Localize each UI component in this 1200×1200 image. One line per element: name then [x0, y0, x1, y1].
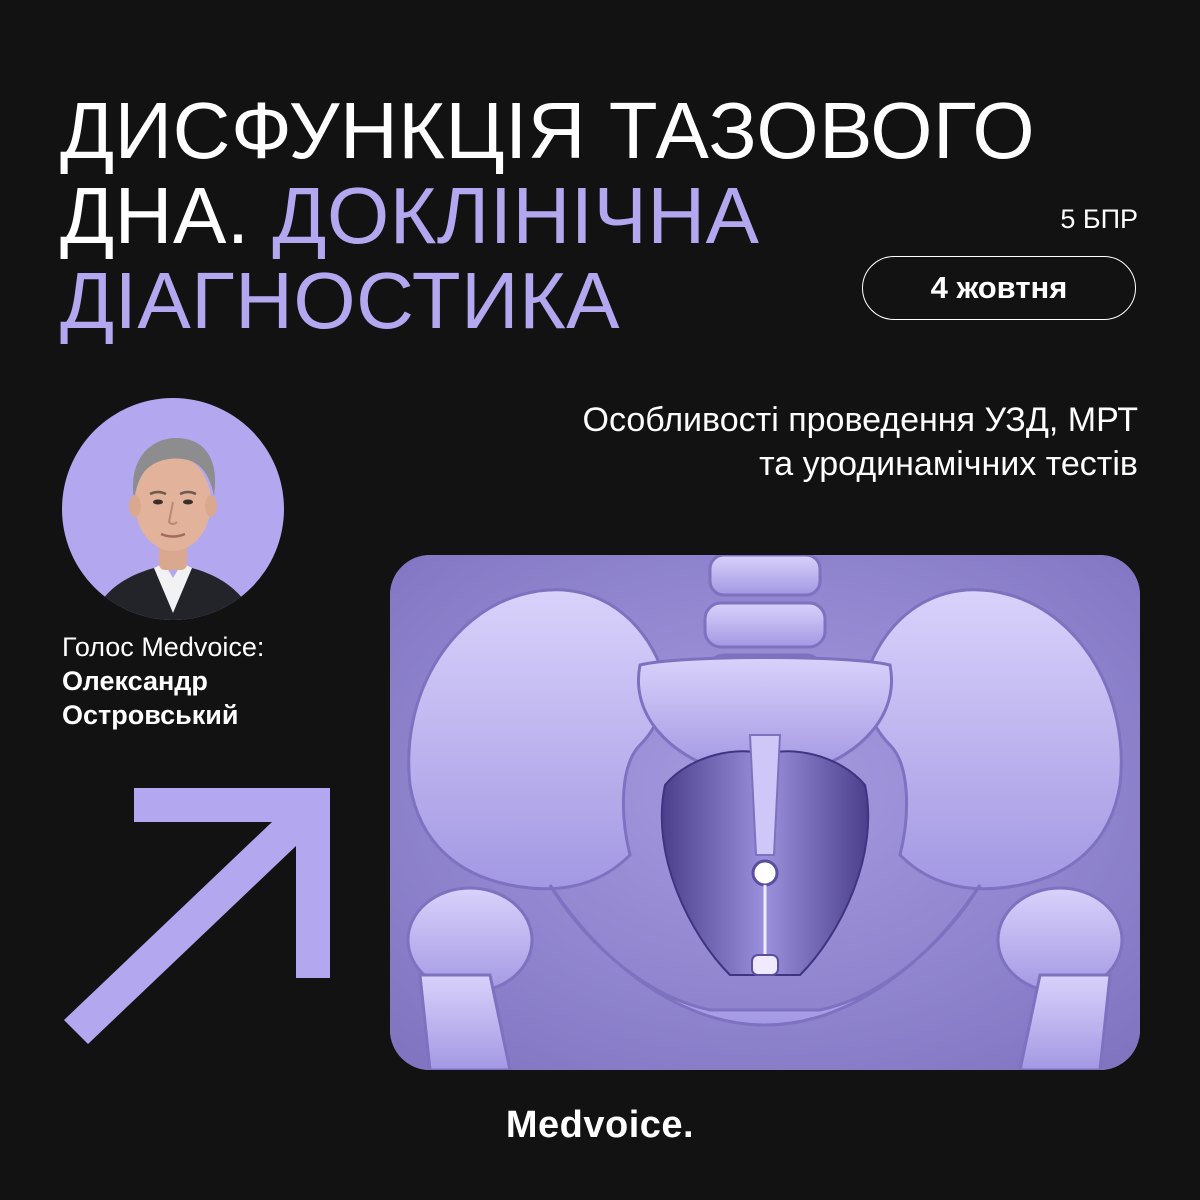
- title-line-2-accent: ДОКЛІНІЧНА: [272, 171, 760, 260]
- speaker-avatar: [62, 398, 284, 620]
- date-label: 4 жовтня: [930, 270, 1068, 305]
- speaker-first-name: Олександр: [62, 666, 208, 696]
- arrow-up-right-icon: [64, 788, 330, 1044]
- speaker-last-name: Островський: [62, 700, 239, 730]
- speaker-info: Голос Medvoice: Олександр Островський: [62, 630, 264, 732]
- pelvis-image: [390, 555, 1140, 1070]
- subtitle: Особливості проведення УЗД, МРТ та уроди…: [583, 398, 1138, 486]
- title-line-1: ДИСФУНКЦІЯ ТАЗОВОГО: [60, 86, 1036, 175]
- credits-label: 5 БПР: [1060, 204, 1138, 234]
- subtitle-line-2: та уродинамічних тестів: [759, 445, 1138, 483]
- speaker-prefix: Голос Medvoice:: [62, 632, 265, 662]
- brand-logo: Medvoice.: [505, 1104, 695, 1146]
- pelvis-illustration: [390, 555, 1140, 1070]
- date-badge: 4 жовтня: [862, 256, 1136, 320]
- speaker-portrait: [92, 438, 254, 620]
- title-line-2-white: ДНА.: [60, 171, 250, 260]
- title-line-3-accent: ДІАГНОСТИКА: [60, 256, 621, 345]
- subtitle-line-1: Особливості проведення УЗД, МРТ: [582, 401, 1138, 439]
